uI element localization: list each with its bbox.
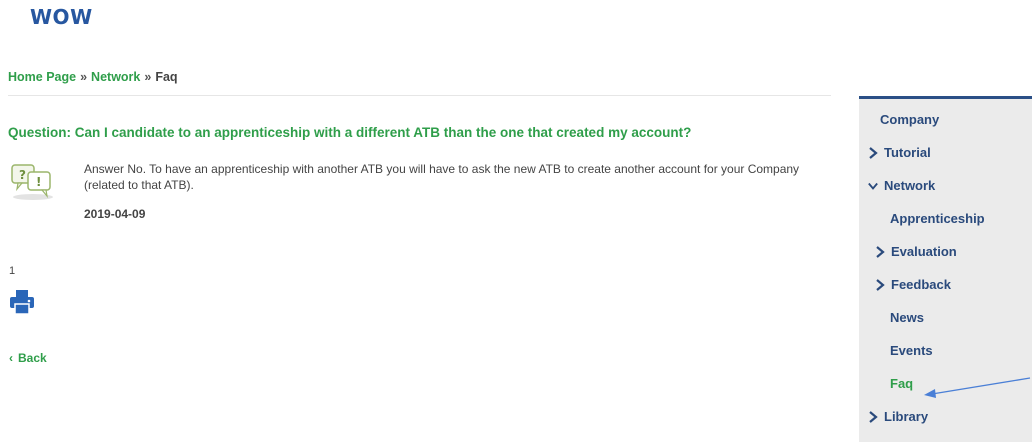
chevron-right-icon bbox=[876, 245, 885, 258]
sidebar-item-label: Company bbox=[880, 112, 940, 127]
breadcrumb-separator: » bbox=[80, 70, 88, 84]
print-icon[interactable] bbox=[9, 289, 35, 315]
sidebar-item-network[interactable]: Network bbox=[859, 169, 935, 202]
sidebar-item-company[interactable]: Company bbox=[859, 103, 939, 136]
sidebar-item-label: Events bbox=[890, 343, 933, 358]
faq-answer: Answer No. To have an apprenticeship wit… bbox=[84, 162, 800, 192]
sidebar-item-label: Apprenticeship bbox=[890, 211, 985, 226]
back-label: Back bbox=[18, 351, 47, 365]
sidebar-item-label: Faq bbox=[890, 376, 914, 391]
content-divider bbox=[8, 95, 831, 96]
sidebar-item-faq[interactable]: Faq bbox=[859, 367, 913, 400]
site-logo[interactable]: WOW bbox=[30, 5, 93, 29]
breadcrumb-network-link[interactable]: Network bbox=[91, 70, 140, 84]
sidebar-item-tutorial[interactable]: Tutorial bbox=[859, 136, 931, 169]
chevron-right-icon bbox=[869, 410, 878, 423]
back-link[interactable]: ‹ Back bbox=[9, 351, 47, 365]
chevron-left-icon: ‹ bbox=[9, 351, 13, 365]
sidebar-item-label: News bbox=[890, 310, 924, 325]
sidebar-item-label: Tutorial bbox=[884, 145, 931, 160]
sidebar-item-label: Evaluation bbox=[891, 244, 957, 259]
chevron-right-icon bbox=[876, 278, 885, 291]
sidebar-item-library[interactable]: Library bbox=[859, 400, 928, 433]
breadcrumb-separator: » bbox=[144, 70, 152, 84]
faq-question: Question: Can I candidate to an apprenti… bbox=[8, 125, 692, 140]
svg-text:!: ! bbox=[36, 175, 41, 189]
breadcrumb: Home Page» Network» Faq bbox=[8, 70, 178, 84]
sidebar-item-events[interactable]: Events bbox=[859, 334, 933, 367]
sidebar-nav: Company Tutorial Network Apprenticeship … bbox=[859, 96, 1032, 442]
sidebar-item-evaluation[interactable]: Evaluation bbox=[859, 235, 957, 268]
sidebar-item-apprenticeship[interactable]: Apprenticeship bbox=[859, 202, 985, 235]
page-number[interactable]: 1 bbox=[9, 265, 15, 277]
sidebar-item-label: Library bbox=[884, 409, 929, 424]
sidebar-item-news[interactable]: News bbox=[859, 301, 924, 334]
breadcrumb-current: Faq bbox=[155, 70, 178, 84]
breadcrumb-home-link[interactable]: Home Page bbox=[8, 70, 76, 84]
sidebar-item-label: Network bbox=[884, 178, 936, 193]
sidebar-item-label: Feedback bbox=[891, 277, 951, 292]
chevron-down-icon bbox=[868, 182, 878, 190]
faq-date: 2019-04-09 bbox=[84, 207, 146, 221]
chevron-right-icon bbox=[869, 146, 878, 159]
faq-speech-bubbles-icon: ? ! bbox=[11, 164, 53, 200]
svg-text:?: ? bbox=[19, 168, 26, 182]
sidebar-item-feedback[interactable]: Feedback bbox=[859, 268, 951, 301]
